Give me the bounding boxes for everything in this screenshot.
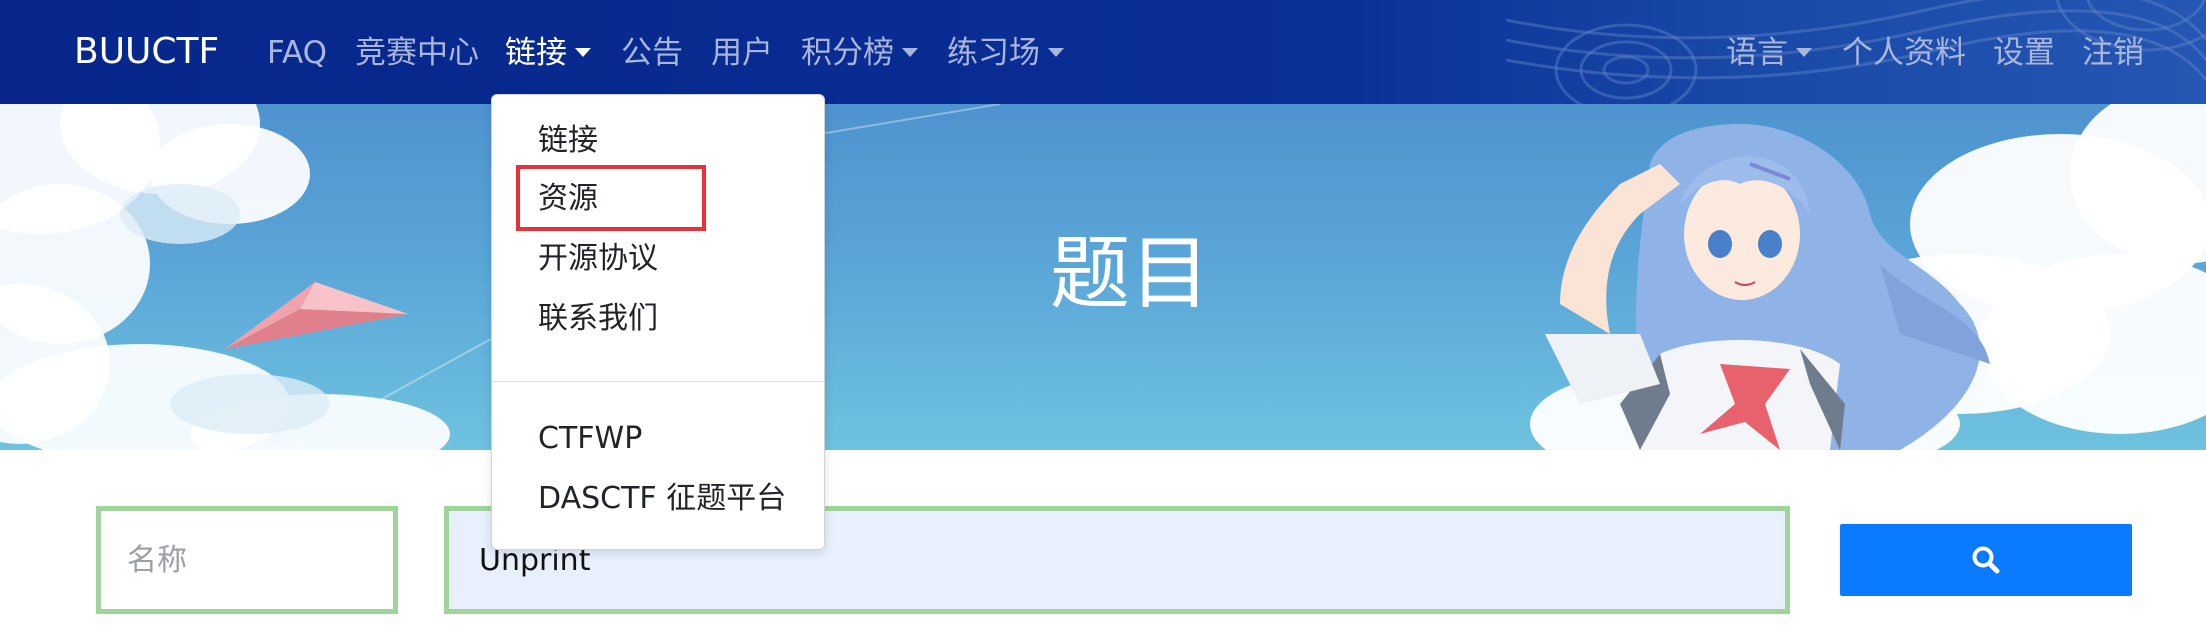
nav-announcements[interactable]: 公告 <box>621 30 683 76</box>
hero-banner: 题目 <box>0 104 2206 450</box>
dropdown-item-resources[interactable]: 资源 <box>538 177 598 221</box>
nav-links-dropdown[interactable]: 链接 <box>505 30 591 76</box>
nav-settings[interactable]: 设置 <box>1993 30 2055 76</box>
nav-practice-label: 练习场 <box>947 35 1040 71</box>
nav-logout[interactable]: 注销 <box>2082 30 2144 76</box>
dropdown-item-contact-us[interactable]: 联系我们 <box>538 297 658 341</box>
nav-profile[interactable]: 个人资料 <box>1842 30 1966 76</box>
dropdown-item-open-source-license[interactable]: 开源协议 <box>538 237 658 281</box>
nav-language-dropdown[interactable]: 语言 <box>1726 30 1812 76</box>
dropdown-item-links[interactable]: 链接 <box>538 119 598 163</box>
nav-competition-center[interactable]: 竞赛中心 <box>355 30 479 76</box>
chevron-down-icon <box>1796 48 1812 57</box>
dropdown-divider <box>492 381 824 382</box>
nav-language-label: 语言 <box>1726 35 1788 71</box>
brand-logo[interactable]: BUUCTF <box>74 27 219 77</box>
name-filter-input[interactable] <box>96 506 398 614</box>
dropdown-item-dasctf-platform[interactable]: DASCTF 征题平台 <box>538 477 786 521</box>
page-title: 题目 <box>1050 227 1210 320</box>
nav-scoreboard-dropdown[interactable]: 积分榜 <box>801 30 918 76</box>
chevron-down-icon <box>575 48 591 57</box>
chevron-down-icon <box>1048 48 1064 57</box>
dropdown-item-ctfwp[interactable]: CTFWP <box>538 417 642 461</box>
links-dropdown-menu: 链接 资源 开源协议 联系我们 CTFWP DASCTF 征题平台 <box>491 94 825 550</box>
nav-users[interactable]: 用户 <box>711 30 773 76</box>
nav-practice-dropdown[interactable]: 练习场 <box>947 30 1064 76</box>
search-button[interactable] <box>1840 524 2132 596</box>
search-icon <box>1972 546 2000 574</box>
paper-plane-icon <box>225 282 408 349</box>
nav-faq[interactable]: FAQ <box>267 30 327 76</box>
chevron-down-icon <box>902 48 918 57</box>
nav-scoreboard-label: 积分榜 <box>801 35 894 71</box>
nav-links-label: 链接 <box>505 35 567 71</box>
top-navbar: BUUCTF FAQ 竞赛中心 链接 公告 用户 积分榜 练习场 语言 个人资料… <box>0 0 2206 104</box>
